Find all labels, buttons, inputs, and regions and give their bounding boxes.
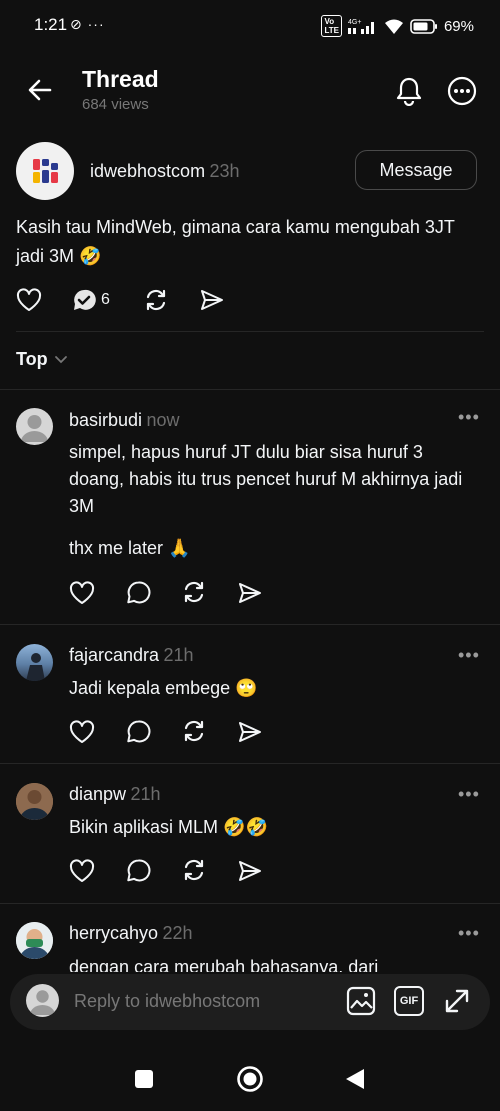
chevron-down-icon: [54, 355, 68, 365]
share-icon[interactable]: [199, 288, 225, 312]
sort-label: Top: [16, 349, 48, 369]
reply-username[interactable]: basirbudi: [69, 410, 142, 430]
user-avatar: [26, 984, 59, 1017]
status-right-icons: Vo LTE 4G+ 69%: [321, 15, 474, 37]
repost-icon[interactable]: [181, 579, 207, 605]
more-icon[interactable]: •••: [458, 645, 480, 666]
signal-icon: 4G+: [347, 18, 378, 34]
reply-input-placeholder[interactable]: Reply to idwebhostcom: [74, 991, 260, 1012]
view-count: 684 views: [82, 96, 149, 113]
back-button-icon[interactable]: [344, 1067, 366, 1091]
home-button-icon[interactable]: [236, 1065, 264, 1093]
divider: [0, 763, 500, 764]
like-icon[interactable]: [69, 720, 95, 744]
volte-icon: Vo LTE: [321, 15, 342, 37]
like-icon[interactable]: [69, 581, 95, 605]
divider: [16, 331, 484, 332]
more-icon[interactable]: •••: [458, 407, 480, 428]
reply-header: herrycahyo 22h: [69, 923, 193, 944]
share-icon[interactable]: [237, 859, 263, 883]
reply-composer[interactable]: Reply to idwebhostcom GIF: [10, 974, 490, 1030]
reply-time: 22h: [162, 923, 193, 943]
gif-button[interactable]: GIF: [394, 986, 424, 1016]
default-avatar-icon: [21, 415, 48, 442]
reply-avatar-fajarcandra[interactable]: [16, 644, 53, 681]
comment-icon[interactable]: [126, 719, 151, 744]
comment-icon[interactable]: [126, 580, 151, 605]
bell-icon[interactable]: [395, 76, 423, 106]
image-icon[interactable]: [346, 986, 376, 1016]
reply-header: dianpw 21h: [69, 784, 161, 805]
post-header: idwebhostcom 23h: [90, 161, 240, 182]
share-icon[interactable]: [237, 581, 263, 605]
recents-button-icon[interactable]: [134, 1069, 154, 1089]
reply-partial: herrycahyo 22h ••• dengan cara merubah b…: [0, 904, 500, 972]
reply-header: fajarcandra 21h: [69, 645, 194, 666]
page-title: Thread: [82, 66, 159, 92]
wifi-icon: [384, 18, 404, 34]
more-icon[interactable]: •••: [458, 784, 480, 805]
reply-check-icon[interactable]: [72, 288, 96, 312]
system-nav-bar: [0, 1040, 500, 1111]
reply-time: now: [146, 410, 180, 430]
reply-text: simpel, hapus huruf JT dulu biar sisa hu…: [69, 442, 463, 516]
reply-username[interactable]: herrycahyo: [69, 923, 158, 943]
author-username[interactable]: idwebhostcom: [90, 161, 205, 181]
repost-icon[interactable]: [181, 857, 207, 883]
status-time: 1:21: [34, 15, 68, 34]
reply-text-2: thx me later 🙏: [69, 538, 191, 558]
like-icon[interactable]: [69, 859, 95, 883]
reply-time: 21h: [163, 645, 194, 665]
reply-text: Bikin aplikasi MLM 🤣🤣: [69, 817, 268, 837]
status-bar: 1:21 ⊘ ··· Vo LTE 4G+ 69%: [0, 0, 500, 52]
share-icon[interactable]: [237, 720, 263, 744]
sort-dropdown[interactable]: Top: [16, 349, 68, 370]
reply-text: Jadi kepala embege 🙄: [69, 678, 258, 698]
photo-avatar-icon: [26, 653, 45, 681]
reply-username[interactable]: dianpw: [69, 784, 126, 804]
status-left-icons: ⊘ ···: [70, 16, 105, 32]
reply-username[interactable]: fajarcandra: [69, 645, 159, 665]
expand-icon[interactable]: [442, 986, 472, 1016]
divider: [0, 389, 500, 390]
battery-icon: [410, 18, 438, 34]
reply-count: 6: [101, 291, 110, 308]
author-avatar[interactable]: [16, 142, 74, 200]
like-icon[interactable]: [16, 288, 42, 312]
more-circle-icon[interactable]: [447, 76, 477, 106]
repost-icon[interactable]: [181, 718, 207, 744]
more-icon[interactable]: •••: [458, 923, 480, 944]
default-avatar-icon: [30, 990, 55, 1015]
reply-time: 21h: [130, 784, 161, 804]
back-icon[interactable]: [26, 76, 54, 104]
message-button[interactable]: Message: [355, 150, 477, 190]
reply-avatar-herrycahyo[interactable]: [16, 922, 53, 959]
reply-avatar-basirbudi[interactable]: [16, 408, 53, 445]
photo-avatar-icon: [16, 922, 53, 959]
reply-avatar-dianpw[interactable]: [16, 783, 53, 820]
post-text: Kasih tau MindWeb, gimana cara kamu meng…: [16, 217, 455, 266]
idwebhost-logo: [33, 159, 58, 183]
repost-icon[interactable]: [143, 287, 169, 313]
network-label: 4G+: [348, 19, 361, 26]
divider: [0, 624, 500, 625]
reply-header: basirbudi now: [69, 410, 180, 431]
reply-text: dengan cara merubah bahasanya, dari: [69, 957, 379, 972]
battery-percent: 69%: [443, 17, 474, 35]
photo-avatar-icon: [16, 783, 53, 820]
comment-icon[interactable]: [126, 858, 151, 883]
post-time: 23h: [209, 161, 240, 181]
